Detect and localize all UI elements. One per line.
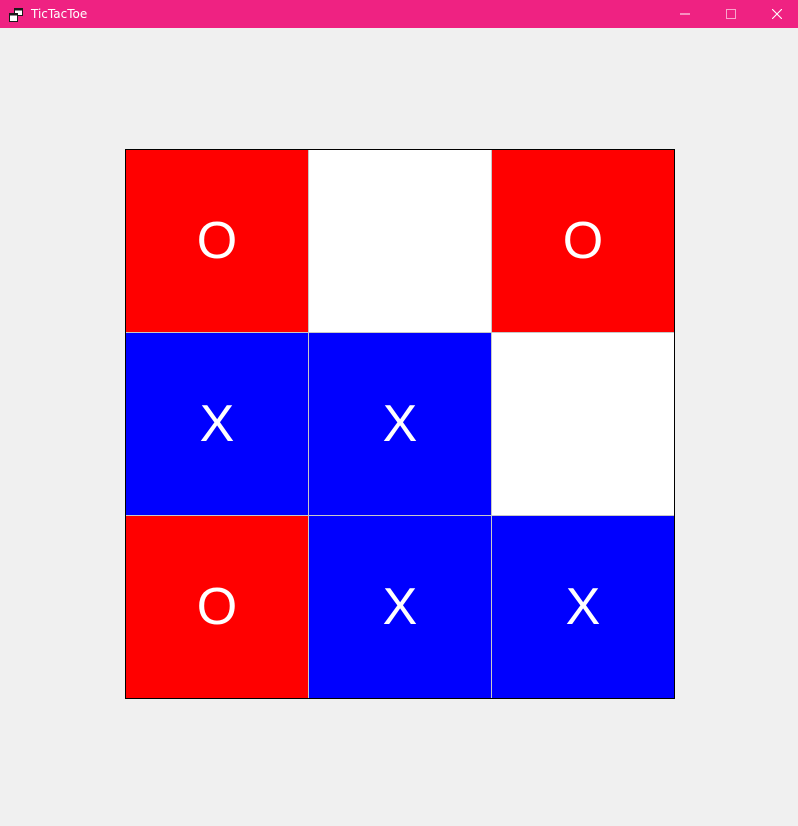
title-bar[interactable]: TicTacToe: [0, 0, 798, 28]
maximize-button[interactable]: [708, 0, 754, 28]
cell-5[interactable]: [492, 333, 674, 515]
maximize-icon: [726, 9, 736, 19]
cell-7[interactable]: X: [309, 516, 491, 698]
cell-8[interactable]: X: [492, 516, 674, 698]
minimize-button[interactable]: [662, 0, 708, 28]
cell-4[interactable]: X: [309, 333, 491, 515]
tictactoe-window: TicTacToe O O X X O X X: [0, 0, 798, 826]
window-title: TicTacToe: [31, 7, 88, 21]
close-button[interactable]: [754, 0, 798, 28]
cell-3[interactable]: X: [126, 333, 308, 515]
cell-0[interactable]: O: [126, 150, 308, 332]
close-icon: [772, 9, 782, 19]
cell-2[interactable]: O: [492, 150, 674, 332]
minimize-icon: [680, 13, 690, 15]
cell-6[interactable]: O: [126, 516, 308, 698]
cell-1[interactable]: [309, 150, 491, 332]
app-window-icon[interactable]: [9, 7, 23, 22]
game-board: O O X X O X X: [125, 149, 675, 699]
